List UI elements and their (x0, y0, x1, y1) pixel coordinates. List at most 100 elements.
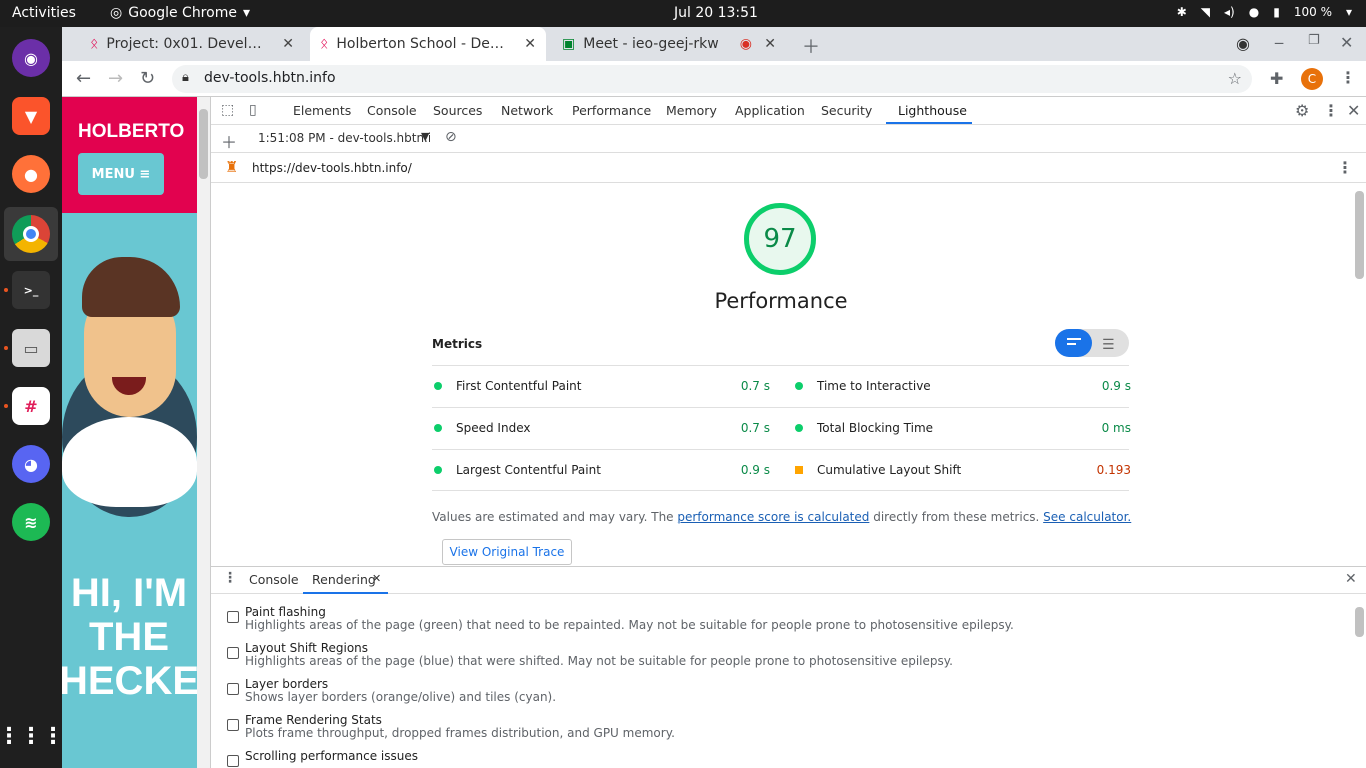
average-indicator (795, 466, 803, 474)
more-options-icon[interactable]: ⋮ (1323, 101, 1339, 120)
drawer-tab-console[interactable]: Console (249, 572, 299, 587)
extensions-icon[interactable]: ✚ (1270, 69, 1283, 88)
brave-browser-icon[interactable]: ▼ (12, 97, 50, 135)
tab-project[interactable]: ᛟ Project: 0x01. Developer t ✕ (80, 27, 304, 61)
close-devtools-icon[interactable]: ✕ (1347, 101, 1360, 120)
drawer-scrollbar[interactable] (1355, 607, 1364, 637)
podcast-app-icon[interactable]: ◉ (12, 39, 50, 77)
chrome-menu-icon[interactable]: ⋮ (1340, 68, 1356, 87)
tab-network[interactable]: Network (501, 103, 553, 118)
tab-application[interactable]: Application (735, 103, 805, 118)
view-original-trace-button[interactable]: View Original Trace (442, 539, 572, 565)
checkbox[interactable] (227, 719, 239, 731)
tab-console[interactable]: Console (367, 103, 417, 118)
minimize-icon[interactable]: ‒ (1274, 33, 1284, 52)
metrics-section: Metrics ☰ First Contentful Paint 0.7 s T (432, 329, 1131, 492)
avatar-illustration (62, 257, 197, 517)
close-tab-icon[interactable]: ✕ (372, 572, 381, 585)
report-selector[interactable]: 1:51:08 PM - dev-tools.hbtn.in (258, 131, 430, 145)
tab-performance[interactable]: Performance (572, 103, 651, 118)
metric-row: Speed Index 0.7 s Total Blocking Time 0 … (432, 407, 1131, 450)
metric-value: 0 ms (1101, 421, 1131, 435)
tab-holberton-devtools[interactable]: ᛟ Holberton School - Develo ✕ (310, 27, 546, 61)
new-tab-icon[interactable]: ＋ (802, 33, 820, 59)
page-scrollbar[interactable] (197, 97, 210, 768)
files-icon[interactable]: ▭ (12, 329, 50, 367)
close-icon[interactable]: ✕ (282, 36, 294, 52)
metric-lcp[interactable]: Largest Contentful Paint 0.9 s (432, 450, 770, 492)
profile-avatar[interactable]: C (1301, 68, 1323, 90)
checkbox[interactable] (227, 683, 239, 695)
tab-elements[interactable]: Elements (293, 103, 351, 118)
app-grid-icon[interactable]: ⋮⋮⋮ (0, 717, 64, 755)
metrics-header: Metrics ☰ (432, 329, 1129, 365)
spotify-icon[interactable]: ≋ (12, 503, 50, 541)
holberton-favicon-icon: ᛟ (90, 36, 99, 52)
settings-gear-icon[interactable]: ⚙ (1295, 101, 1309, 120)
metrics-view-toggle[interactable]: ☰ (1055, 329, 1129, 357)
discord-icon[interactable]: ◕ (12, 445, 50, 483)
metric-speed-index[interactable]: Speed Index 0.7 s (432, 408, 770, 450)
tab-sources[interactable]: Sources (433, 103, 482, 118)
metric-name: Total Blocking Time (817, 421, 934, 435)
window-close-icon[interactable]: ✕ (1340, 33, 1353, 52)
clear-reports-icon[interactable]: ⊘ (445, 129, 457, 145)
chevron-down-icon: ▼ (421, 130, 430, 143)
tab-strip: ᛟ Project: 0x01. Developer t ✕ ᛟ Holbert… (62, 27, 1366, 61)
compact-view-icon[interactable] (1055, 329, 1092, 357)
slack-icon[interactable]: # (12, 387, 50, 425)
checkbox[interactable] (227, 647, 239, 659)
drawer-menu-icon[interactable]: ⋮ (223, 570, 237, 586)
metric-cls[interactable]: Cumulative Layout Shift 0.193 (793, 450, 1131, 492)
metric-value: 0.9 s (1101, 379, 1131, 393)
metric-tbt[interactable]: Total Blocking Time 0 ms (793, 408, 1131, 450)
chevron-down-icon: ▾ (1345, 5, 1352, 19)
report-url[interactable]: https://dev-tools.hbtn.info/ (252, 161, 412, 175)
metric-row: Largest Contentful Paint 0.9 s Cumulativ… (432, 449, 1131, 492)
tab-meet[interactable]: ▣ Meet - ieo-geej-rkw ◉ ✕ (552, 27, 786, 61)
score-calculated-link[interactable]: performance score is calculated (677, 510, 869, 524)
metrics-heading: Metrics (432, 337, 483, 351)
back-icon[interactable]: ← (76, 68, 91, 89)
menu-button[interactable]: MENU ≡ (78, 153, 164, 195)
site-logo[interactable]: HOLBERTO (78, 121, 184, 143)
clock[interactable]: Jul 20 13:51 (674, 5, 758, 21)
terminal-icon[interactable]: >_ (12, 271, 50, 309)
metric-tti[interactable]: Time to Interactive 0.9 s (793, 366, 1131, 408)
metric-fcp[interactable]: First Contentful Paint 0.7 s (432, 366, 770, 408)
forward-icon[interactable]: → (108, 68, 123, 89)
report-menu-icon[interactable]: ⋮ (1337, 158, 1353, 177)
device-toolbar-icon[interactable]: ▯ (249, 102, 257, 118)
drawer-tab-rendering[interactable]: Rendering (312, 572, 376, 587)
reload-icon[interactable]: ↻ (140, 68, 155, 89)
report-scrollbar[interactable] (1355, 191, 1364, 279)
checkbox[interactable] (227, 755, 239, 767)
tab-memory[interactable]: Memory (666, 103, 717, 118)
tab-security[interactable]: Security (821, 103, 872, 118)
new-report-icon[interactable]: ＋ (221, 129, 237, 153)
system-tray[interactable]: ✱ ◥ ◂) ● ▮ 100 % ▾ (1177, 5, 1352, 19)
category-title: Performance (714, 289, 848, 313)
chrome-window: ᛟ Project: 0x01. Developer t ✕ ᛟ Holbert… (62, 27, 1366, 768)
maximize-icon[interactable]: ❐ (1308, 33, 1320, 48)
see-calculator-link[interactable]: See calculator. (1043, 510, 1131, 524)
chrome-dock-icon[interactable] (4, 207, 58, 261)
close-drawer-icon[interactable]: ✕ (1345, 571, 1357, 587)
firefox-icon[interactable]: ● (12, 155, 50, 193)
inspect-element-icon[interactable]: ⬚ (221, 102, 234, 118)
tab-search-icon[interactable]: ◉ (1236, 34, 1250, 53)
activities-button[interactable]: Activities (12, 5, 76, 21)
running-indicator (4, 288, 8, 292)
checkbox[interactable] (227, 611, 239, 623)
expanded-view-icon[interactable]: ☰ (1102, 337, 1115, 353)
pass-indicator (795, 424, 803, 432)
tab-lighthouse[interactable]: Lighthouse (898, 103, 967, 118)
metric-name: Cumulative Layout Shift (817, 463, 962, 477)
running-indicator (4, 404, 8, 408)
bookmark-star-icon[interactable]: ☆ (1228, 69, 1242, 88)
close-icon[interactable]: ✕ (524, 36, 536, 52)
metric-value: 0.7 s (740, 421, 770, 435)
app-menu[interactable]: ◎ Google Chrome ▾ (110, 5, 250, 21)
close-icon[interactable]: ✕ (764, 36, 776, 52)
address-bar[interactable]: 🔒︎ dev-tools.hbtn.info ☆ (172, 65, 1252, 93)
